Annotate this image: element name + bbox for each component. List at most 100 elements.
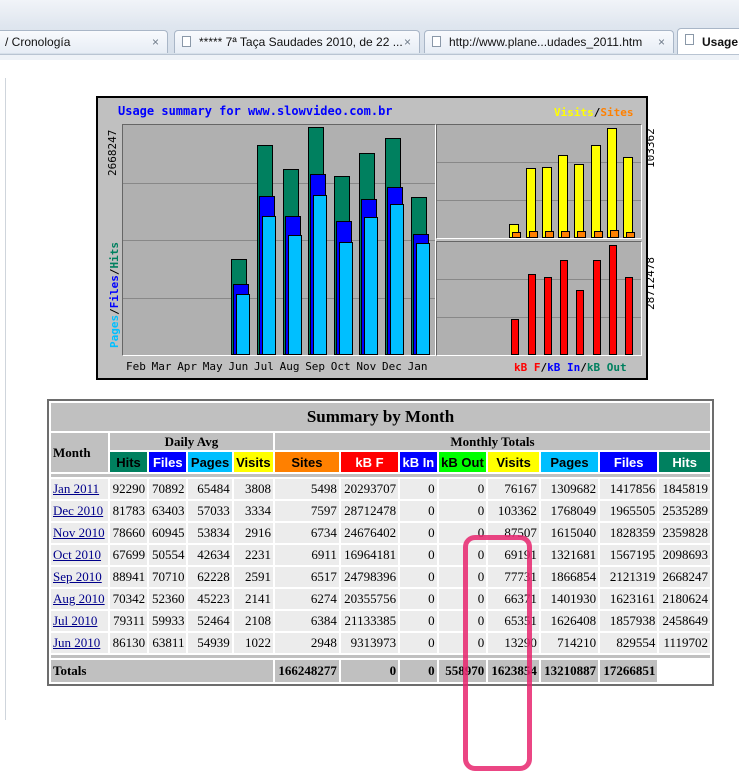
- page-content: Usage summary for www.slowvideo.com.br V…: [0, 60, 739, 771]
- column-header-row: Hits Files Pages Visits Sites kB FkB In kB Out…: [51, 452, 710, 472]
- table-cell: 5498: [274, 479, 339, 499]
- table-cell: 69191: [488, 545, 539, 565]
- table-cell: 9313973: [340, 633, 399, 653]
- tab-taca-saudades[interactable]: ***** 7ª Taça Saudades 2010, de 22 ... ×: [174, 30, 420, 53]
- month-link[interactable]: Jun 2010: [53, 635, 100, 650]
- table-cell: 2098693: [659, 545, 710, 565]
- tab-title: / Cronología: [5, 35, 71, 49]
- legend-sites: Sites: [600, 106, 634, 119]
- table-cell: 92290: [109, 479, 148, 499]
- totals-cell: 558970: [438, 660, 487, 682]
- table-cell: 62228: [188, 567, 232, 587]
- month-label: Nov: [356, 360, 377, 373]
- table-title: Summary by Month: [51, 403, 710, 431]
- table-cell: 28712478: [340, 501, 399, 521]
- legend-slash: /: [108, 268, 121, 276]
- graph-title: Usage summary for www.slowvideo.com.br: [118, 104, 393, 118]
- month-link[interactable]: Nov 2010: [53, 525, 105, 540]
- y-max-left: 2668247: [106, 129, 119, 176]
- column-header-kb-in: kB In: [400, 452, 437, 472]
- column-header-pages: Pages: [188, 452, 232, 472]
- month-link[interactable]: Aug 2010: [53, 591, 105, 606]
- column-header-visits: Visits: [488, 452, 539, 472]
- table-cell: 1828359: [600, 523, 658, 543]
- pages-bar: [338, 242, 353, 355]
- visits-bar: [541, 167, 552, 238]
- table-cell: 24798396: [340, 567, 399, 587]
- table-cell: 76167: [488, 479, 539, 499]
- month-link[interactable]: Jan 2011: [53, 481, 99, 496]
- month-link[interactable]: Dec 2010: [53, 503, 103, 518]
- totals-cell: 17266851: [600, 660, 658, 682]
- table-cell: 0: [400, 479, 437, 499]
- month-label: Mar: [151, 360, 172, 373]
- month-label: Feb: [126, 360, 146, 373]
- table-cell: 81783: [109, 501, 148, 521]
- table-cell: 66371: [488, 589, 539, 609]
- tab-close-icon[interactable]: ×: [658, 31, 665, 53]
- table-cell: 6384: [274, 611, 339, 631]
- table-cell: 1567195: [600, 545, 658, 565]
- table-cell: 0: [438, 611, 487, 631]
- table-cell: 59933: [149, 611, 187, 631]
- legend-visits: Visits: [554, 106, 594, 119]
- month-cell: Jun 2010: [51, 633, 108, 653]
- table-cell: 20293707: [340, 479, 399, 499]
- pages-bar: [415, 243, 430, 355]
- tab-cronologia[interactable]: / Cronología ×: [0, 30, 168, 53]
- table-cell: 2141: [233, 589, 273, 609]
- month-link[interactable]: Oct 2010: [53, 547, 101, 562]
- table-cell: 0: [400, 611, 437, 631]
- table-cell: 1615040: [540, 523, 599, 543]
- table-cell: 45223: [188, 589, 232, 609]
- month-label: Oct: [330, 360, 351, 373]
- column-header-hits: Hits: [109, 452, 148, 472]
- visits-bar: [590, 144, 601, 238]
- table-cell: 1417856: [600, 479, 658, 499]
- kbytes-plot: [436, 241, 642, 356]
- month-link[interactable]: Sep 2010: [53, 569, 102, 584]
- month-link[interactable]: Jul 2010: [53, 613, 97, 628]
- browser-tab-strip: / Cronología × ***** 7ª Taça Saudades 20…: [0, 0, 739, 60]
- column-header-sites: Sites: [274, 452, 339, 472]
- kbytes-legend: kB F/kB In/kB Out: [514, 361, 627, 374]
- table-cell: 67699: [109, 545, 148, 565]
- table-cell: 63403: [149, 501, 187, 521]
- legend-slash: /: [580, 361, 587, 374]
- month-label: May: [202, 360, 223, 373]
- table-cell: 86130: [109, 633, 148, 653]
- page-icon: [685, 34, 694, 45]
- table-cell: 1965505: [600, 501, 658, 521]
- visits-bar: [558, 155, 569, 238]
- pages-bar: [390, 203, 404, 355]
- legend-kbin: kB In: [547, 361, 581, 374]
- totals-cell: 13210887: [540, 660, 599, 682]
- tab-planeta-url[interactable]: http://www.plane...udades_2011.htm ×: [424, 30, 674, 53]
- table-cell: 60945: [149, 523, 187, 543]
- legend-files: Files: [108, 275, 121, 309]
- table-cell: 3808: [233, 479, 273, 499]
- tab-close-icon[interactable]: ×: [152, 31, 159, 53]
- table-cell: 87507: [488, 523, 539, 543]
- sites-bar: [561, 231, 571, 238]
- table-cell: 63811: [149, 633, 187, 653]
- legend-kbout: kB Out: [586, 361, 627, 374]
- column-header-hits: Hits: [659, 452, 710, 472]
- table-row: Oct 2010 67699 50554 42634 2231 6911 16964181 0…: [51, 545, 710, 565]
- table-cell: 2916: [233, 523, 273, 543]
- table-cell: 0: [400, 589, 437, 609]
- table-cell: 70892: [149, 479, 187, 499]
- pages-bar: [287, 235, 302, 355]
- separator: [51, 655, 710, 658]
- visits-bar: [525, 168, 536, 238]
- table-cell: 20355756: [340, 589, 399, 609]
- visits-sites-legend: Visits/Sites: [554, 106, 634, 119]
- table-cell: 65351: [488, 611, 539, 631]
- table-row: Jan 2011 92290 70892 65484 3808 5498 20293707 0…: [51, 479, 710, 499]
- month-cell: Oct 2010: [51, 545, 108, 565]
- pages-bar: [313, 195, 328, 355]
- tab-usage[interactable]: Usage: [677, 28, 739, 54]
- totals-cell: 166248277: [274, 660, 339, 682]
- tab-close-icon[interactable]: ×: [404, 31, 411, 53]
- month-cell: Sep 2010: [51, 567, 108, 587]
